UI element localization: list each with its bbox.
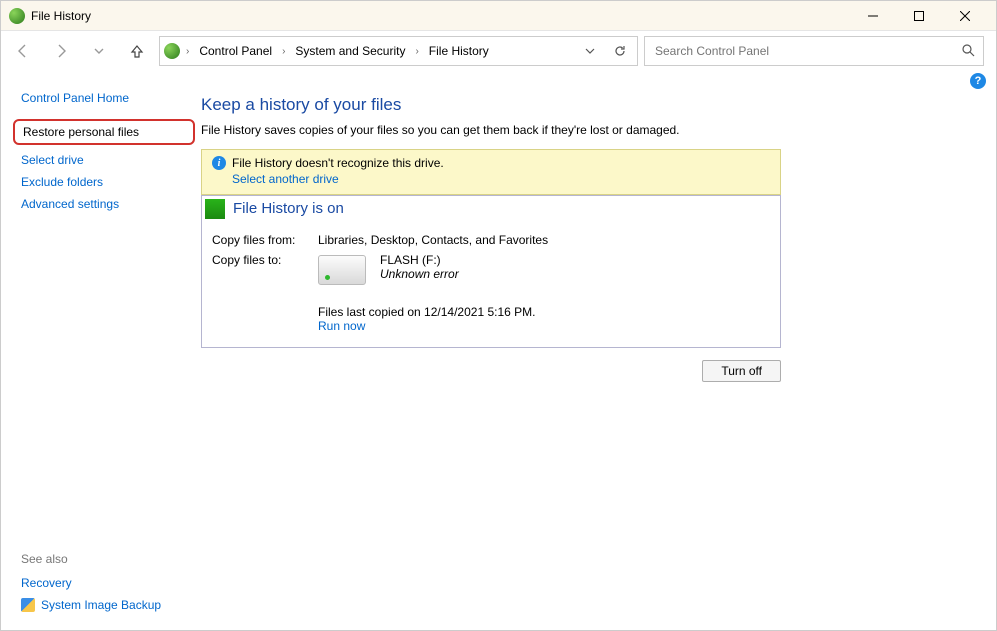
- turn-off-button[interactable]: Turn off: [702, 360, 781, 382]
- breadcrumb-item[interactable]: System and Security: [291, 42, 409, 60]
- copy-from-label: Copy files from:: [212, 233, 312, 247]
- sidebar: Control Panel Home Restore personal file…: [1, 71, 201, 630]
- minimize-button[interactable]: [850, 1, 896, 31]
- warning-banner: i File History doesn't recognize this dr…: [201, 149, 781, 195]
- see-also-system-image-backup[interactable]: System Image Backup: [41, 598, 161, 612]
- warning-text: File History doesn't recognize this driv…: [232, 156, 444, 170]
- address-dropdown-button[interactable]: [577, 38, 603, 64]
- main-content: ? Keep a history of your files File Hist…: [201, 71, 996, 630]
- breadcrumb-item[interactable]: File History: [425, 42, 493, 60]
- maximize-button[interactable]: [896, 1, 942, 31]
- shield-icon: [21, 598, 35, 612]
- see-also-recovery[interactable]: Recovery: [21, 576, 72, 590]
- status-panel: File History is on Copy files from: Libr…: [201, 195, 781, 348]
- address-bar[interactable]: › Control Panel › System and Security › …: [159, 36, 638, 66]
- help-button[interactable]: ?: [970, 73, 986, 89]
- control-panel-home-link[interactable]: Control Panel Home: [21, 87, 187, 109]
- search-icon[interactable]: [961, 43, 975, 60]
- copy-from-value: Libraries, Desktop, Contacts, and Favori…: [318, 233, 770, 247]
- last-copied-text: Files last copied on 12/14/2021 5:16 PM.: [318, 305, 770, 319]
- status-title: File History is on: [233, 200, 344, 217]
- drive-status: Unknown error: [380, 267, 459, 281]
- chevron-right-icon[interactable]: ›: [280, 46, 287, 57]
- file-history-icon: [9, 8, 25, 24]
- info-icon: i: [212, 156, 226, 170]
- up-button[interactable]: [121, 35, 153, 67]
- status-on-icon: [205, 199, 225, 219]
- close-button[interactable]: [942, 1, 988, 31]
- search-input[interactable]: [653, 43, 955, 59]
- refresh-button[interactable]: [607, 38, 633, 64]
- location-icon: [164, 43, 180, 59]
- sidebar-item-restore[interactable]: Restore personal files: [13, 119, 195, 145]
- search-box[interactable]: [644, 36, 984, 66]
- sidebar-item-select-drive[interactable]: Select drive: [21, 149, 187, 171]
- see-also-header: See also: [21, 546, 187, 572]
- copy-to-label: Copy files to:: [212, 253, 312, 267]
- run-now-link[interactable]: Run now: [318, 319, 770, 333]
- sidebar-item-exclude-folders[interactable]: Exclude folders: [21, 171, 187, 193]
- nav-toolbar: › Control Panel › System and Security › …: [1, 31, 996, 71]
- recent-locations-button[interactable]: [83, 35, 115, 67]
- drive-icon: [318, 255, 366, 285]
- page-title: Keep a history of your files: [201, 95, 966, 115]
- titlebar: File History: [1, 1, 996, 31]
- breadcrumb-item[interactable]: Control Panel: [195, 42, 276, 60]
- page-subtitle: File History saves copies of your files …: [201, 123, 966, 137]
- back-button[interactable]: [7, 35, 39, 67]
- chevron-right-icon[interactable]: ›: [184, 46, 191, 57]
- sidebar-item-advanced-settings[interactable]: Advanced settings: [21, 193, 187, 215]
- drive-name: FLASH (F:): [380, 253, 459, 267]
- forward-button[interactable]: [45, 35, 77, 67]
- select-another-drive-link[interactable]: Select another drive: [232, 172, 770, 186]
- chevron-right-icon[interactable]: ›: [413, 46, 420, 57]
- window-title: File History: [31, 9, 91, 23]
